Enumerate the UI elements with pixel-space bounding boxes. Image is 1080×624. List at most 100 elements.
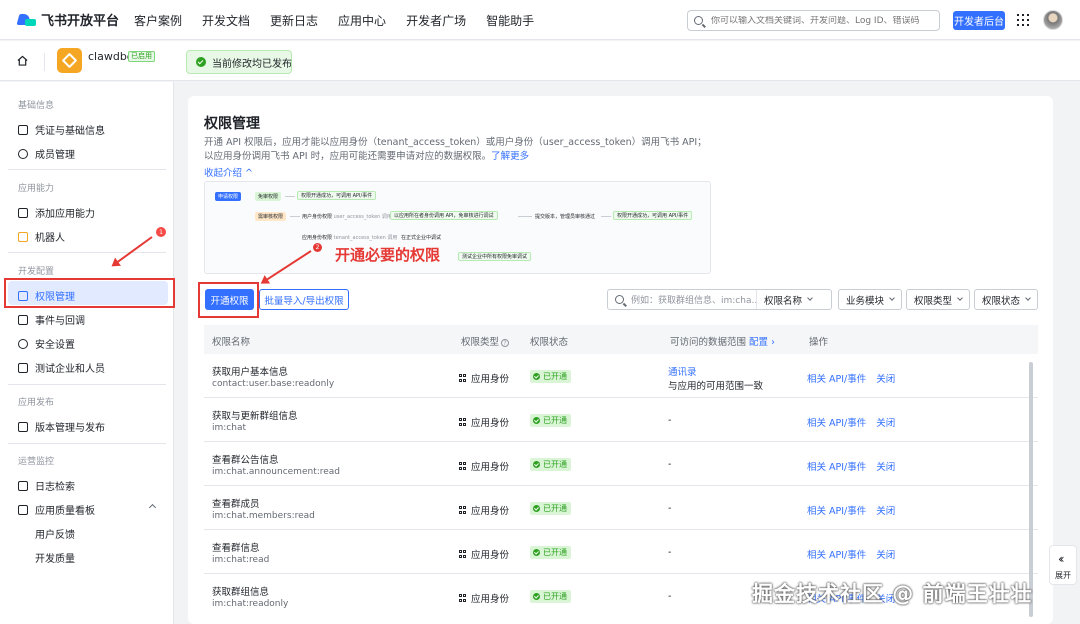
filter-label: 权限类型 bbox=[914, 295, 953, 307]
related-api-link[interactable]: 相关 API/事件 bbox=[807, 374, 866, 385]
brand-logo[interactable]: 飞书开放平台 bbox=[16, 10, 120, 29]
sidebar-item-robot[interactable]: 机器人 bbox=[18, 229, 65, 244]
flow-submit-step: 提交版本，管理员审核通过 bbox=[535, 214, 596, 220]
sidebar-item-versions[interactable]: 版本管理与发布 bbox=[18, 419, 105, 434]
publish-status-text: 当前修改均已发布 bbox=[212, 58, 292, 70]
close-permission-link[interactable]: 关闭 bbox=[876, 506, 895, 517]
app-bar: clawdbot 已启用 当前修改均已发布 bbox=[0, 41, 1080, 81]
nav-link-assistant[interactable]: 智能助手 bbox=[486, 12, 534, 29]
user-icon bbox=[18, 148, 28, 159]
flow-user-identity-label: 用户身份权限 bbox=[302, 214, 333, 220]
home-icon[interactable] bbox=[17, 55, 28, 66]
table-header: 权限名称 权限类型? 权限状态 可访问的数据范围 配置 › 操作 bbox=[204, 325, 1038, 354]
scope-link[interactable]: 通讯录 bbox=[668, 364, 697, 378]
status-badge: 已开通 bbox=[530, 414, 571, 427]
description-text: 开通 API 权限后，应用才能以应用身份（tenant_access_token… bbox=[204, 137, 707, 162]
search-icon bbox=[615, 295, 624, 304]
chevron-right-icon: › bbox=[771, 337, 775, 348]
related-api-link[interactable]: 相关 API/事件 bbox=[807, 506, 866, 517]
flow-free-perm: 免审权限 bbox=[255, 192, 282, 201]
permission-type: 应用身份 bbox=[459, 371, 509, 385]
scope-text: - bbox=[668, 459, 672, 470]
nav-link-changelog[interactable]: 更新日志 bbox=[270, 12, 318, 29]
permission-status-filter[interactable]: 权限状态 bbox=[974, 289, 1038, 310]
sidebar-subitem-dev-quality[interactable]: 开发质量 bbox=[35, 550, 75, 565]
app-grid-icon[interactable] bbox=[1017, 14, 1029, 26]
chevron-down-icon bbox=[889, 295, 895, 301]
permission-search[interactable]: 例如：获取群组信息、im:cha... 权限名称 bbox=[607, 289, 832, 310]
check-icon bbox=[533, 593, 540, 600]
permission-code: im:chat.members:read bbox=[212, 511, 315, 521]
sidebar-item-security[interactable]: 安全设置 bbox=[18, 336, 75, 351]
table-row: 查看群成员 im:chat.members:read 应用身份 已开通 - 相关… bbox=[204, 486, 1038, 530]
help-icon[interactable]: ? bbox=[501, 338, 510, 347]
status-badge: 已开通 bbox=[530, 590, 571, 603]
chevron-up-icon[interactable] bbox=[148, 503, 157, 512]
related-api-link[interactable]: 相关 API/事件 bbox=[807, 418, 866, 429]
scope-config-link[interactable]: 配置 bbox=[749, 337, 768, 348]
global-search[interactable] bbox=[687, 10, 940, 31]
feishu-logo-icon bbox=[16, 11, 36, 29]
sidebar-item-label: 添加应用能力 bbox=[35, 209, 95, 220]
permission-code: im:chat:readonly bbox=[212, 599, 289, 609]
permission-type-filter[interactable]: 权限类型 bbox=[906, 289, 970, 310]
enable-permission-button[interactable]: 开通权限 bbox=[205, 289, 254, 310]
column-header-type: 权限类型? bbox=[461, 334, 510, 348]
close-permission-link[interactable]: 关闭 bbox=[876, 550, 895, 561]
sidebar-item-quality[interactable]: 应用质量看板 bbox=[18, 502, 95, 517]
sidebar-item-credentials[interactable]: 凭证与基础信息 bbox=[18, 122, 105, 137]
status-label: 已开通 bbox=[543, 416, 567, 425]
column-header-name: 权限名称 bbox=[212, 337, 251, 348]
related-api-link[interactable]: 相关 API/事件 bbox=[807, 462, 866, 473]
section-title-capability: 应用能力 bbox=[18, 184, 55, 194]
permission-type-label: 应用身份 bbox=[471, 550, 510, 561]
event-icon bbox=[18, 314, 28, 325]
sidebar-subitem-feedback[interactable]: 用户反馈 bbox=[35, 526, 75, 541]
brand-name: 飞书开放平台 bbox=[41, 14, 120, 29]
close-permission-link[interactable]: 关闭 bbox=[876, 418, 895, 429]
flow-app-identity-note: tenant_access_token 调用 bbox=[333, 235, 398, 241]
permission-type-label: 应用身份 bbox=[471, 462, 510, 473]
learn-more-link[interactable]: 了解更多 bbox=[491, 151, 529, 162]
flow-app-identity: 应用身份权限 tenant_access_token 调用 bbox=[302, 234, 397, 241]
filter-label: 业务模块 bbox=[846, 295, 885, 307]
nav-link-app-center[interactable]: 应用中心 bbox=[338, 12, 386, 29]
global-search-input[interactable] bbox=[711, 15, 931, 26]
permission-code: im:chat.announcement:read bbox=[212, 467, 341, 477]
flow-test-enterprise: 测试企业中所有权限免审调试 bbox=[458, 252, 532, 261]
nav-link-docs[interactable]: 开发文档 bbox=[202, 12, 250, 29]
dev-console-button[interactable]: 开发者后台 bbox=[953, 11, 1005, 30]
search-field-select[interactable]: 权限名称 bbox=[756, 290, 813, 309]
annotation-number: 2 bbox=[313, 243, 322, 252]
column-header-status: 权限状态 bbox=[530, 337, 569, 348]
user-avatar[interactable] bbox=[1043, 10, 1063, 30]
sidebar-item-events[interactable]: 事件与回调 bbox=[18, 312, 85, 327]
grid-add-icon bbox=[18, 207, 28, 218]
sidebar-item-members[interactable]: 成员管理 bbox=[18, 146, 75, 161]
nav-link-dev-square[interactable]: 开发者广场 bbox=[406, 12, 466, 29]
close-permission-link[interactable]: 关闭 bbox=[876, 374, 895, 385]
double-chevron-left-icon: ‹‹ bbox=[1058, 552, 1064, 566]
publish-status: 当前修改均已发布 bbox=[186, 50, 292, 74]
flow-review-perm: 需审核权限 bbox=[255, 212, 287, 221]
column-header-scope: 可访问的数据范围 配置 › bbox=[670, 334, 775, 348]
sidebar-item-add-capability[interactable]: 添加应用能力 bbox=[18, 205, 95, 220]
permission-type-label: 应用身份 bbox=[471, 418, 510, 429]
column-header-type-label: 权限类型 bbox=[461, 337, 500, 348]
row-actions: 相关 API/事件 关闭 bbox=[807, 415, 895, 429]
close-permission-link[interactable]: 关闭 bbox=[876, 462, 895, 473]
batch-import-export-button[interactable]: 批量导入/导出权限 bbox=[259, 289, 349, 310]
collapse-intro-link[interactable]: 收起介绍 ^ bbox=[204, 165, 253, 179]
expand-label: 展开 bbox=[1055, 571, 1071, 580]
business-module-filter[interactable]: 业务模块 bbox=[838, 289, 902, 310]
nav-link-cases[interactable]: 客户案例 bbox=[134, 12, 182, 29]
row-actions: 相关 API/事件 关闭 bbox=[807, 503, 895, 517]
sidebar-item-label: 日志检索 bbox=[35, 482, 75, 493]
app-status-badge: 已启用 bbox=[128, 51, 155, 62]
sidebar-item-label: 版本管理与发布 bbox=[35, 423, 105, 434]
sidebar-item-test-enterprise[interactable]: 测试企业和人员 bbox=[18, 360, 105, 375]
permission-search-placeholder[interactable]: 例如：获取群组信息、im:cha... bbox=[631, 293, 756, 306]
sidebar-item-logs[interactable]: 日志检索 bbox=[18, 478, 75, 493]
related-api-link[interactable]: 相关 API/事件 bbox=[807, 550, 866, 561]
expand-panel-button[interactable]: ‹‹ 展开 bbox=[1049, 545, 1077, 585]
